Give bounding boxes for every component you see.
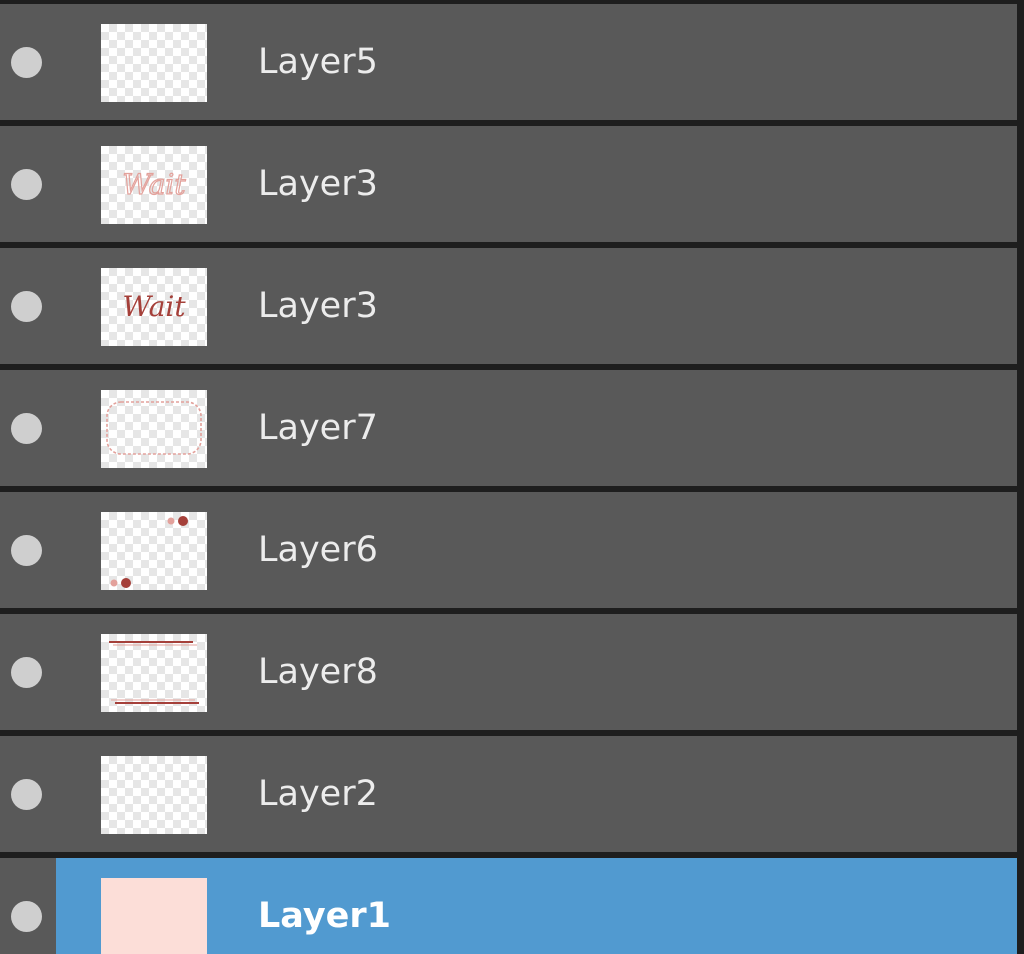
layer-name[interactable]: Layer2 [258,772,378,816]
layer-thumbnail [101,390,207,468]
layers-panel: Layer5 Wait Layer3 Wait Layer3 Layer7 La… [0,0,1024,954]
layer-name[interactable]: Layer3 [258,284,378,328]
svg-text:Wait: Wait [122,290,186,323]
layer-thumbnail [101,634,207,712]
top-bottom-lines-art [109,641,199,704]
layer-row-layer5[interactable]: Layer5 [0,4,1017,120]
wait-solid-art: Wait [122,290,186,323]
layer-thumbnail [101,24,207,102]
layer-row-layer8[interactable]: Layer8 [0,614,1017,730]
layer-thumbnail [101,756,207,834]
layer-row-layer1[interactable]: Layer1 [0,858,1017,954]
layer-row-layer3[interactable]: Wait Layer3 [0,248,1017,364]
layer-row-layer3[interactable]: Wait Layer3 [0,126,1017,242]
visibility-toggle-icon[interactable] [11,413,42,444]
wait-outline-art: Wait [122,167,187,201]
frame-border-art [106,401,202,455]
layer-thumbnail [101,512,207,590]
visibility-toggle-icon[interactable] [11,291,42,322]
svg-text:Wait: Wait [122,168,186,201]
layer-row-layer7[interactable]: Layer7 [0,370,1017,486]
corner-dots-art [110,516,188,588]
layer-thumbnail: Wait [101,146,207,224]
layer-thumbnail: Wait [101,268,207,346]
layer-name[interactable]: Layer1 [258,894,391,938]
visibility-toggle-icon[interactable] [11,535,42,566]
layer-row-layer2[interactable]: Layer2 [0,736,1017,852]
visibility-toggle-icon[interactable] [11,169,42,200]
visibility-toggle-icon[interactable] [11,657,42,688]
visibility-toggle-icon[interactable] [11,901,42,932]
layer-thumbnail [101,878,207,954]
visibility-toggle-icon[interactable] [11,779,42,810]
layer-name[interactable]: Layer3 [258,162,378,206]
layer-name[interactable]: Layer8 [258,650,378,694]
visibility-toggle-icon[interactable] [11,47,42,78]
layer-row-layer6[interactable]: Layer6 [0,492,1017,608]
layer-name[interactable]: Layer5 [258,40,378,84]
layer-name[interactable]: Layer6 [258,528,378,572]
layer-name[interactable]: Layer7 [258,406,378,450]
